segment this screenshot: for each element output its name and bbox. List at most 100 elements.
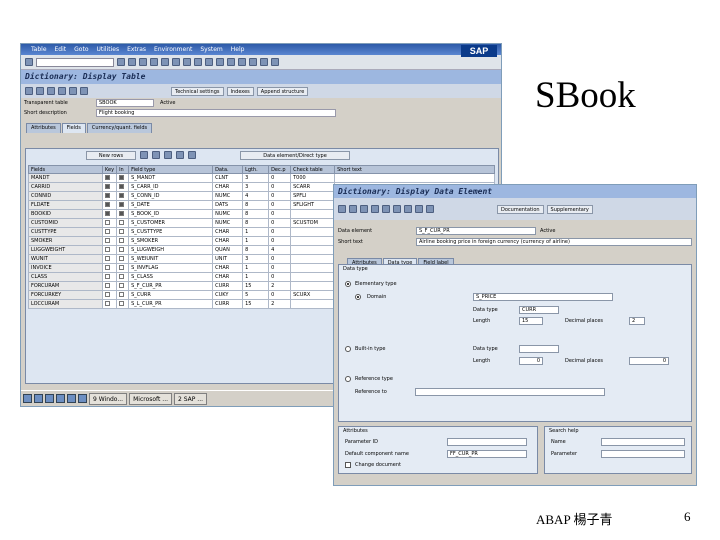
initial-checkbox[interactable] [116, 254, 130, 264]
builtin-decimal-field[interactable]: 0 [629, 357, 669, 365]
find-icon[interactable] [172, 58, 180, 66]
field-name-cell[interactable]: CUSTOMID [28, 218, 103, 228]
table-row[interactable]: MANDT S_MANDT CLNT 3 0 T000 [28, 173, 496, 183]
data-type-cell[interactable]: NUMC [212, 191, 244, 201]
length-cell[interactable]: 3 [242, 173, 270, 183]
where-used-icon[interactable] [404, 205, 412, 213]
check-table-cell[interactable]: SCUSTOM [290, 218, 336, 228]
field-type-cell[interactable]: S_CUSTOMER [128, 218, 214, 228]
key-checkbox[interactable] [101, 236, 118, 246]
domain-field[interactable]: S_PRICE [473, 293, 613, 301]
hierarchy-icon[interactable] [80, 87, 88, 95]
data-type-cell[interactable]: DATS [212, 200, 244, 210]
field-type-cell[interactable]: S_WEIUNIT [128, 254, 214, 264]
default-component-field[interactable]: FF_CUR_PR [447, 450, 527, 458]
field-name-cell[interactable]: CONNID [28, 191, 103, 201]
tab-fields[interactable]: Fields [61, 123, 86, 133]
other-object-icon[interactable] [36, 87, 44, 95]
checkbox-icon[interactable] [105, 219, 110, 225]
check-table-cell[interactable] [290, 281, 336, 291]
initial-checkbox[interactable] [116, 200, 130, 210]
checkbox-icon[interactable] [119, 201, 125, 207]
field-name-cell[interactable]: LUGGWEIGHT [28, 245, 103, 255]
data-type-cell[interactable]: CUKY [212, 290, 244, 300]
last-page-icon[interactable] [227, 58, 235, 66]
length-cell[interactable]: 1 [242, 272, 270, 282]
check-table-cell[interactable] [290, 209, 336, 219]
check-table-cell[interactable]: T000 [290, 173, 336, 183]
decimals-cell[interactable]: 4 [268, 245, 292, 255]
where-used-icon[interactable] [69, 87, 77, 95]
checkbox-icon[interactable] [119, 246, 125, 252]
key-checkbox[interactable] [101, 218, 118, 228]
initial-checkbox[interactable] [116, 236, 130, 246]
checkbox-icon[interactable] [119, 192, 125, 198]
new-session-icon[interactable] [238, 58, 246, 66]
decimals-cell[interactable]: 0 [268, 263, 292, 273]
taskbar-button-sap[interactable]: 2 SAP ... [174, 392, 208, 405]
data-type-cell[interactable]: CHAR [212, 236, 244, 246]
key-checkbox[interactable] [101, 272, 118, 282]
check-table-cell[interactable]: SPFLI [290, 191, 336, 201]
layout-icon[interactable] [271, 58, 279, 66]
decimals-cell[interactable]: 0 [268, 254, 292, 264]
check-table-cell[interactable] [290, 263, 336, 273]
decimals-cell[interactable]: 0 [268, 191, 292, 201]
length-cell[interactable]: 8 [242, 245, 270, 255]
initial-checkbox[interactable] [116, 191, 130, 201]
check-table-cell[interactable] [290, 236, 336, 246]
length-cell[interactable]: 1 [242, 227, 270, 237]
menu-item-table[interactable]: Table [31, 46, 47, 53]
field-name-cell[interactable]: CARRID [28, 182, 103, 192]
checkbox-icon[interactable] [119, 300, 125, 306]
initial-checkbox[interactable] [116, 227, 130, 237]
col-decimals[interactable]: Dec.p [268, 165, 292, 174]
checkbox-icon[interactable] [105, 192, 110, 198]
documentation-button[interactable]: Documentation [497, 204, 544, 214]
checkbox-icon[interactable] [119, 255, 125, 261]
domain-radio[interactable] [355, 294, 361, 300]
col-short-text[interactable]: Short text [334, 165, 496, 174]
length-cell[interactable]: 1 [242, 263, 270, 273]
menu-item-utilities[interactable]: Utilities [96, 46, 119, 53]
checkbox-icon[interactable] [119, 174, 125, 180]
field-type-cell[interactable]: S_SMOKER [128, 236, 214, 246]
checkbox-icon[interactable] [105, 264, 110, 270]
short-text-cell[interactable] [334, 173, 496, 183]
data-element-direct-type-button[interactable]: Data element/Direct type [240, 150, 350, 160]
check-table-cell[interactable] [290, 299, 336, 309]
checkbox-icon[interactable] [119, 219, 125, 225]
decimals-cell[interactable]: 0 [268, 209, 292, 219]
back-icon[interactable] [338, 205, 346, 213]
builtin-dtype-field[interactable] [519, 345, 559, 353]
data-type-cell[interactable]: UNIT [212, 254, 244, 264]
decimals-cell[interactable]: 0 [268, 218, 292, 228]
key-checkbox[interactable] [101, 173, 118, 183]
field-type-cell[interactable]: S_MANDT [128, 173, 214, 183]
search-help-name-field[interactable] [601, 438, 685, 446]
initial-checkbox[interactable] [116, 290, 130, 300]
copy-icon[interactable] [152, 151, 160, 159]
field-name-cell[interactable]: BOOKID [28, 209, 103, 219]
field-name-cell[interactable]: FLDATE [28, 200, 103, 210]
key-checkbox[interactable] [101, 290, 118, 300]
find-next-icon[interactable] [183, 58, 191, 66]
length-cell[interactable]: 15 [242, 281, 270, 291]
col-fields[interactable]: Fields [28, 165, 103, 174]
supplementary-button[interactable]: Supplementary [546, 204, 593, 214]
shortcut-icon[interactable] [249, 58, 257, 66]
table-name-field[interactable]: SBOOK [96, 99, 154, 107]
key-checkbox[interactable] [101, 299, 118, 309]
menu-item-system[interactable]: System [200, 46, 222, 53]
print-icon[interactable] [161, 58, 169, 66]
indexes-button[interactable]: Indexes [226, 86, 254, 96]
check-table-cell[interactable] [290, 254, 336, 264]
paste-icon[interactable] [164, 151, 172, 159]
checkbox-icon[interactable] [119, 282, 125, 288]
back-icon[interactable] [128, 58, 136, 66]
enter-icon[interactable] [25, 58, 33, 66]
initial-checkbox[interactable] [116, 182, 130, 192]
col-in[interactable]: In [116, 165, 130, 174]
change-document-checkbox[interactable] [345, 462, 351, 468]
field-type-cell[interactable]: S_LUGWEIGH [128, 245, 214, 255]
